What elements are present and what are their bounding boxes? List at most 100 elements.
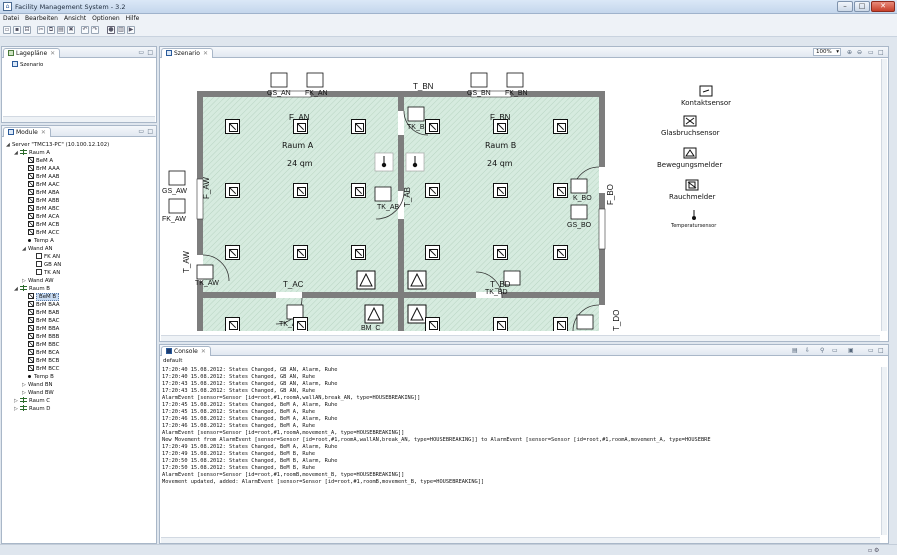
floor-plan-canvas[interactable]: F_AN F_BN T_BN T_AC T_BD F_AW T_AB T_AW … bbox=[161, 59, 877, 331]
redo-icon[interactable]: ↷ bbox=[91, 26, 99, 34]
smoke-detector-icon[interactable] bbox=[225, 119, 240, 134]
smoke-detector-icon[interactable] bbox=[493, 183, 508, 198]
clear-console-icon[interactable]: ▤ bbox=[792, 347, 798, 354]
smoke-detector-icon[interactable] bbox=[225, 245, 240, 260]
minimize-view-icon[interactable]: ▭ bbox=[868, 347, 874, 354]
smoke-detector-icon[interactable] bbox=[293, 317, 308, 331]
smoke-detector-icon[interactable] bbox=[493, 245, 508, 260]
connect-icon[interactable]: ● bbox=[107, 26, 115, 34]
smoke-detector-icon[interactable] bbox=[351, 245, 366, 260]
smoke-detector-icon[interactable] bbox=[425, 183, 440, 198]
close-icon[interactable]: ✕ bbox=[50, 50, 55, 57]
tree-sensor[interactable]: BrM BAB bbox=[28, 309, 59, 317]
lageplaene-hscroll[interactable] bbox=[3, 116, 155, 122]
tree-sensor[interactable]: BrM BAA bbox=[28, 301, 60, 309]
editor-vscroll[interactable] bbox=[881, 59, 887, 331]
new-icon[interactable]: ▫ bbox=[3, 26, 11, 34]
tree-sensor[interactable]: BrM BCB bbox=[28, 357, 59, 365]
tab-console[interactable]: Console ✕ bbox=[161, 346, 211, 356]
tree-sensor[interactable]: BrM AAB bbox=[28, 173, 60, 181]
minimize-button[interactable]: – bbox=[837, 1, 853, 12]
tree-sensor[interactable]: BrM BCC bbox=[28, 365, 59, 373]
smoke-detector-icon[interactable] bbox=[225, 183, 240, 198]
tree-raum-a[interactable]: ◢ Raum A bbox=[14, 149, 50, 157]
smoke-detector-icon[interactable] bbox=[553, 183, 568, 198]
maximize-view-icon[interactable]: □ bbox=[878, 347, 884, 354]
smoke-detector-icon[interactable] bbox=[425, 119, 440, 134]
smoke-detector-icon[interactable] bbox=[553, 245, 568, 260]
menu-datei[interactable]: Datei bbox=[0, 14, 22, 22]
tree-sensor[interactable]: BeM A bbox=[28, 157, 53, 165]
tree-sensor[interactable]: BrM BBC bbox=[28, 341, 59, 349]
menu-optionen[interactable]: Optionen bbox=[89, 14, 123, 22]
close-icon[interactable]: ✕ bbox=[201, 348, 206, 355]
run-icon[interactable]: ▶ bbox=[127, 26, 135, 34]
tree-raum-c[interactable]: ▷ Raum C bbox=[14, 397, 50, 405]
tree-temp[interactable]: Temp A bbox=[28, 237, 54, 245]
tree-sensor-selected[interactable]: BeM B bbox=[28, 293, 60, 301]
close-icon[interactable]: ✕ bbox=[41, 129, 46, 136]
tab-module[interactable]: Module ✕ bbox=[3, 127, 51, 137]
maximize-view-icon[interactable]: □ bbox=[147, 49, 153, 56]
console-hscroll[interactable] bbox=[161, 537, 880, 543]
maximize-view-icon[interactable]: □ bbox=[878, 49, 884, 56]
zoom-out-icon[interactable]: ⊖ bbox=[857, 49, 862, 56]
close-icon[interactable]: ✕ bbox=[203, 50, 208, 57]
console-vscroll[interactable] bbox=[881, 367, 887, 535]
tree-sensor[interactable]: BrM ABA bbox=[28, 189, 59, 197]
chart-icon[interactable]: ▥ bbox=[117, 26, 125, 34]
minimize-view-icon[interactable]: ▭ bbox=[868, 49, 874, 56]
tree-sensor[interactable]: BrM BBB bbox=[28, 333, 59, 341]
smoke-detector-icon[interactable] bbox=[425, 245, 440, 260]
paste-icon[interactable]: ▤ bbox=[57, 26, 65, 34]
display-console-icon[interactable]: ▭ bbox=[832, 347, 838, 354]
tree-sensor[interactable]: BrM ABB bbox=[28, 197, 59, 205]
tab-lageplaene[interactable]: Lagepläne ✕ bbox=[3, 48, 61, 58]
tree-sensor[interactable]: BrM ABC bbox=[28, 205, 59, 213]
tree-sensor[interactable]: BrM BAC bbox=[28, 317, 59, 325]
maximize-button[interactable]: □ bbox=[854, 1, 870, 12]
tree-sensor[interactable]: BrM BCA bbox=[28, 349, 59, 357]
tab-szenario[interactable]: Szenario ✕ bbox=[161, 48, 213, 58]
smoke-detector-icon[interactable] bbox=[351, 183, 366, 198]
open-console-icon[interactable]: ▣ bbox=[848, 347, 854, 354]
maximize-view-icon[interactable]: □ bbox=[147, 128, 153, 135]
smoke-detector-icon[interactable] bbox=[493, 119, 508, 134]
menu-ansicht[interactable]: Ansicht bbox=[61, 14, 89, 22]
smoke-detector-icon[interactable] bbox=[293, 119, 308, 134]
lageplan-item[interactable]: Szenario bbox=[12, 61, 43, 69]
smoke-detector-icon[interactable] bbox=[553, 317, 568, 331]
tree-sensor[interactable]: BrM AAC bbox=[28, 181, 59, 189]
tree-sensor[interactable]: BrM ACA bbox=[28, 213, 59, 221]
smoke-detector-icon[interactable] bbox=[553, 119, 568, 134]
copy-icon[interactable]: ⧉ bbox=[47, 26, 55, 34]
menu-bearbeiten[interactable]: Bearbeiten bbox=[22, 14, 61, 22]
tree-sensor[interactable]: FK AN bbox=[36, 253, 60, 261]
tree-sensor[interactable]: BrM AAA bbox=[28, 165, 60, 173]
scroll-lock-icon[interactable]: ⇩ bbox=[805, 347, 810, 354]
cut-icon[interactable]: ✂ bbox=[37, 26, 45, 34]
tree-raum-d[interactable]: ▷ Raum D bbox=[14, 405, 50, 413]
zoom-in-icon[interactable]: ⊕ bbox=[847, 49, 852, 56]
tree-wall[interactable]: ▷ Wand AW bbox=[22, 277, 54, 285]
save-icon[interactable]: ▪ bbox=[13, 26, 21, 34]
smoke-detector-icon[interactable] bbox=[493, 317, 508, 331]
smoke-detector-icon[interactable] bbox=[351, 119, 366, 134]
smoke-detector-icon[interactable] bbox=[425, 317, 440, 331]
smoke-detector-icon[interactable] bbox=[225, 317, 240, 331]
undo-icon[interactable]: ↶ bbox=[81, 26, 89, 34]
tree-sensor[interactable]: GB AN bbox=[36, 261, 61, 269]
console-output[interactable]: 17:20:40 15.08.2012: States Changed, GB … bbox=[162, 367, 878, 533]
menu-hilfe[interactable]: Hilfe bbox=[123, 14, 143, 22]
smoke-detector-icon[interactable] bbox=[293, 183, 308, 198]
close-button[interactable]: ✕ bbox=[871, 1, 895, 12]
pin-console-icon[interactable]: ⚲ bbox=[820, 347, 824, 354]
tree-sensor[interactable]: BrM ACB bbox=[28, 221, 59, 229]
tree-temp[interactable]: Temp B bbox=[28, 373, 54, 381]
delete-icon[interactable]: ✖ bbox=[67, 26, 75, 34]
minimize-view-icon[interactable]: ▭ bbox=[138, 128, 144, 135]
tree-server[interactable]: ◢ Server "TMC13-PC" (10.100.12.102) bbox=[6, 141, 109, 149]
tree-wall[interactable]: ▷ Wand BW bbox=[22, 389, 54, 397]
tree-wall[interactable]: ◢ Wand AN bbox=[22, 245, 53, 253]
minimize-view-icon[interactable]: ▭ bbox=[138, 49, 144, 56]
